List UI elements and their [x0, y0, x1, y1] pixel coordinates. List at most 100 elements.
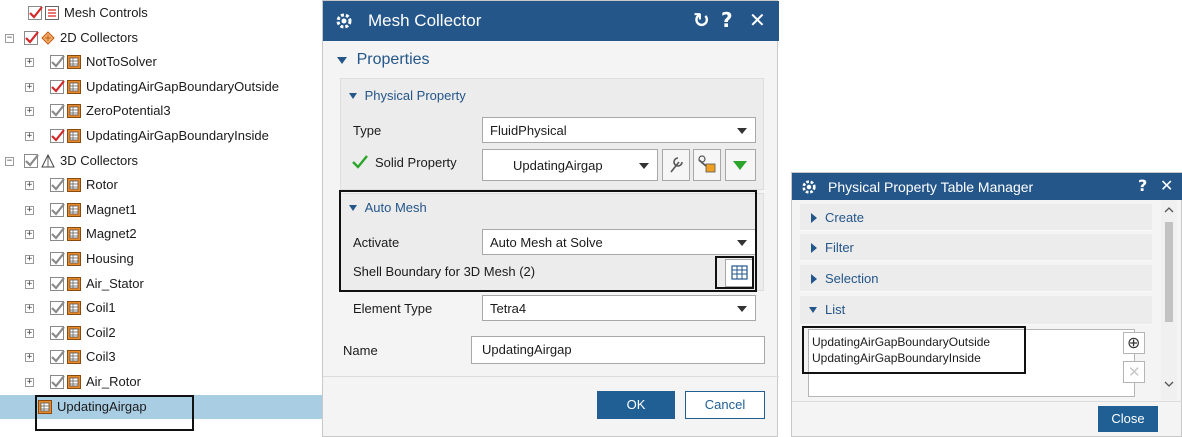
scroll-thumb[interactable] — [1165, 222, 1173, 322]
visibility-checkbox[interactable] — [50, 325, 65, 340]
ppm-title-bar[interactable]: Physical Property Table Manager ? ✕ — [792, 173, 1182, 200]
expand-node-icon[interactable]: + — [25, 328, 34, 338]
mesh-collector-icon — [67, 202, 81, 217]
visibility-checkbox[interactable] — [24, 153, 39, 168]
expand-node-icon[interactable]: + — [25, 304, 34, 314]
add-icon: ⊕ — [1127, 333, 1141, 352]
expand-node-icon[interactable]: + — [25, 132, 34, 141]
tree-node-label: Housing — [86, 251, 134, 266]
expand-node-icon[interactable]: + — [25, 107, 34, 117]
solid-property-dropdown[interactable]: UpdatingAirgap — [482, 149, 658, 181]
element-type-dropdown[interactable]: Tetra4 — [482, 295, 756, 321]
visibility-checkbox[interactable] — [50, 350, 65, 365]
chevron-down-icon[interactable] — [1164, 380, 1174, 388]
tree-node[interactable]: + Air_Stator — [0, 272, 330, 296]
expand-node-icon[interactable]: + — [25, 58, 34, 68]
ppm-scrollbar[interactable] — [1161, 200, 1177, 400]
mesh-collector-icon — [67, 325, 81, 340]
dialog-title: Mesh Collector — [368, 11, 482, 30]
expand-node-icon[interactable]: + — [25, 255, 34, 264]
help-button[interactable]: ? — [721, 8, 733, 32]
tree-node[interactable]: + Air_Rotor — [0, 370, 330, 394]
visibility-checkbox[interactable] — [50, 55, 65, 70]
expand-node-icon[interactable]: + — [25, 181, 34, 191]
tree-node[interactable]: + UpdatingAirGapBoundaryInside — [0, 124, 330, 148]
expand-node-icon[interactable]: + — [25, 82, 34, 92]
tree-node[interactable]: + UpdatingAirGapBoundaryOutside — [0, 75, 330, 99]
tree-node[interactable]: + Housing — [0, 247, 330, 271]
expand-node-icon[interactable]: + — [25, 378, 34, 387]
mesh-collector-icon — [67, 55, 81, 70]
remove-item-button[interactable]: ✕ — [1123, 361, 1145, 383]
tree-node[interactable]: + NotToSolver — [0, 50, 330, 74]
close-button[interactable]: ✕ — [1160, 176, 1173, 195]
selection-section-header[interactable]: Selection — [800, 265, 1152, 292]
reset-button[interactable]: ↻ — [693, 8, 710, 32]
visibility-checkbox[interactable] — [50, 227, 65, 242]
tree-node-label: 3D Collectors — [60, 152, 139, 168]
chevron-down-icon — [737, 128, 747, 134]
filter-label: Filter — [825, 240, 854, 255]
filter-section-header[interactable]: Filter — [800, 234, 1152, 261]
ok-button[interactable]: OK — [597, 391, 675, 419]
name-field[interactable]: UpdatingAirgap — [471, 336, 765, 364]
visibility-checkbox[interactable] — [24, 30, 39, 45]
properties-section-header[interactable]: Properties — [337, 51, 430, 69]
expand-node-icon[interactable]: + — [25, 279, 34, 289]
visibility-checkbox[interactable] — [50, 252, 65, 266]
physical-property-header[interactable]: Physical Property — [349, 87, 466, 103]
close-button[interactable]: ✕ — [749, 8, 766, 32]
type-dropdown[interactable]: FluidPhysical — [482, 117, 756, 143]
physical-property-table-manager-dialog: Physical Property Table Manager ? ✕ Crea… — [791, 172, 1182, 437]
visibility-checkbox[interactable] — [50, 178, 65, 193]
list-section-header[interactable]: List — [800, 296, 1152, 325]
cancel-button[interactable]: Cancel — [685, 391, 765, 419]
expand-node-icon[interactable]: + — [25, 205, 34, 215]
chevron-up-icon[interactable] — [1164, 206, 1174, 214]
edit-property-button[interactable] — [662, 149, 690, 181]
tree-node[interactable]: + Magnet1 — [0, 198, 330, 222]
collapse-node-icon[interactable]: − — [5, 33, 14, 43]
visibility-checkbox[interactable] — [50, 129, 65, 143]
visibility-checkbox[interactable] — [50, 276, 65, 291]
tree-node[interactable]: Mesh Controls — [0, 1, 330, 25]
tree-node[interactable]: + Coil2 — [0, 321, 330, 345]
visibility-checkbox[interactable] — [50, 375, 65, 389]
ppm-close-button[interactable]: Close — [1098, 406, 1158, 432]
remove-icon: ✕ — [1128, 363, 1141, 381]
property-table-button[interactable] — [693, 149, 721, 181]
gear-icon — [336, 13, 352, 29]
collapse-node-icon[interactable]: − — [5, 156, 14, 166]
expand-node-icon[interactable]: + — [25, 230, 34, 240]
element-type-value: Tetra4 — [490, 301, 527, 316]
visibility-checkbox[interactable] — [28, 6, 43, 20]
tree-node[interactable]: + Coil3 — [0, 345, 330, 369]
tree-node[interactable]: − 3D Collectors — [0, 149, 330, 173]
solid-property-label: Solid Property — [375, 155, 457, 170]
tree-node-label: Rotor — [86, 177, 118, 193]
tree-node[interactable]: + Coil1 — [0, 296, 330, 320]
screen: Mesh Controls −2D Collectors + NotToSolver +… — [0, 0, 1182, 437]
element-type-label: Element Type — [353, 301, 433, 316]
visibility-checkbox[interactable] — [50, 301, 65, 316]
type-value: FluidPhysical — [490, 123, 567, 138]
tree-node[interactable]: + Magnet2 — [0, 222, 330, 246]
expand-triangle-icon — [811, 213, 817, 223]
visibility-checkbox[interactable] — [50, 104, 65, 119]
help-button[interactable]: ? — [1138, 176, 1147, 195]
create-section-header[interactable]: Create — [800, 204, 1152, 231]
property-dropdown-button[interactable] — [725, 149, 756, 181]
properties-label: Properties — [356, 51, 430, 68]
tree-node[interactable]: + Rotor — [0, 173, 330, 197]
expand-node-icon[interactable]: + — [25, 353, 34, 363]
add-item-button[interactable]: ⊕ — [1123, 332, 1145, 354]
name-label: Name — [343, 343, 378, 358]
visibility-checkbox[interactable] — [50, 79, 65, 94]
selected-item-highlight — [35, 395, 194, 431]
property-manager-icon — [698, 155, 716, 173]
dialog-title-bar[interactable]: Mesh Collector ↻ ? ✕ — [323, 1, 779, 41]
type-label: Type — [353, 123, 382, 138]
visibility-checkbox[interactable] — [50, 202, 65, 217]
tree-node[interactable]: − 2D Collectors — [0, 26, 330, 50]
tree-node[interactable]: + ZeroPotential3 — [0, 99, 330, 123]
